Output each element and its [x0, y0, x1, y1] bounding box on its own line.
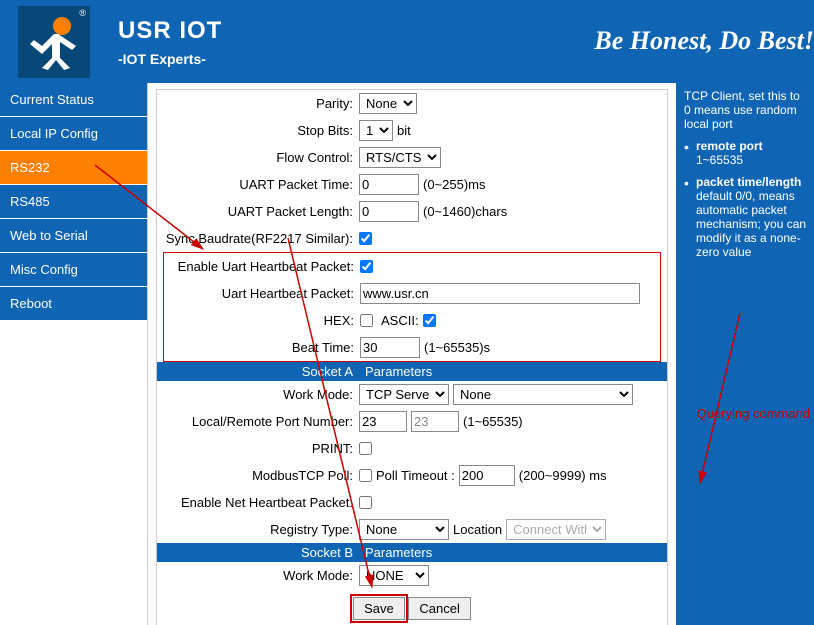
help-item-packet-time: packet time/lengthdefault 0/0, means aut…: [684, 175, 808, 259]
work-mode-a-sub-select[interactable]: None: [453, 384, 633, 405]
uart-packet-length-hint: (0~1460)chars: [423, 204, 507, 219]
uart-packet-time-label: UART Packet Time:: [157, 177, 359, 192]
enable-net-heartbeat-label: Enable Net Heartbeat Packet:: [157, 495, 359, 510]
beat-time-label: Beat Time:: [164, 340, 360, 355]
stopbits-select[interactable]: 1: [359, 120, 393, 141]
enable-uart-heartbeat-checkbox[interactable]: [360, 260, 373, 273]
location-label: Location: [453, 522, 502, 537]
help-sidebar: TCP Client, set this to 0 means use rand…: [676, 83, 814, 625]
brand-subtitle: -IOT Experts-: [118, 51, 222, 67]
sidebar-item-current-status[interactable]: Current Status: [0, 83, 147, 117]
brand-slogan: Be Honest, Do Best!: [594, 26, 814, 56]
local-port-input[interactable]: [359, 411, 407, 432]
cancel-button[interactable]: Cancel: [408, 597, 470, 620]
registry-type-select[interactable]: None: [359, 519, 449, 540]
work-mode-a-label: Work Mode:: [157, 387, 359, 402]
beat-time-input[interactable]: [360, 337, 420, 358]
enable-net-heartbeat-checkbox[interactable]: [359, 496, 372, 509]
print-label: PRINT:: [157, 441, 359, 456]
beat-time-hint: (1~65535)s: [424, 340, 490, 355]
enable-uart-heartbeat-label: Enable Uart Heartbeat Packet:: [164, 259, 360, 274]
ascii-label: ASCII:: [381, 313, 419, 328]
help-item-remote-port: remote port1~65535: [684, 139, 808, 167]
uart-heartbeat-packet-label: Uart Heartbeat Packet:: [164, 286, 360, 301]
work-mode-a-select[interactable]: TCP Server: [359, 384, 449, 405]
parity-label: Parity:: [157, 96, 359, 111]
stopbits-label: Stop Bits:: [157, 123, 359, 138]
uart-packet-time-hint: (0~255)ms: [423, 177, 486, 192]
sidebar: Current Status Local IP Config RS232 RS4…: [0, 83, 148, 625]
sidebar-item-rs232[interactable]: RS232: [0, 151, 147, 185]
work-mode-b-label: Work Mode:: [157, 568, 359, 583]
flowctrl-select[interactable]: RTS/CTS: [359, 147, 441, 168]
poll-timeout-input[interactable]: [459, 465, 515, 486]
print-checkbox[interactable]: [359, 442, 372, 455]
socket-a-header: Socket A Parameters: [157, 362, 667, 381]
port-hint: (1~65535): [463, 414, 523, 429]
modbus-tcp-poll-checkbox[interactable]: [359, 469, 372, 482]
socket-b-header: Socket B Parameters: [157, 543, 667, 562]
registry-type-label: Registry Type:: [157, 522, 359, 537]
location-select: Connect With: [506, 519, 606, 540]
sync-baudrate-checkbox[interactable]: [359, 232, 372, 245]
hex-label: HEX:: [164, 313, 360, 328]
brand-logo: ®: [18, 6, 90, 78]
ascii-checkbox[interactable]: [423, 314, 436, 327]
uart-heartbeat-packet-input[interactable]: [360, 283, 640, 304]
uart-packet-length-input[interactable]: [359, 201, 419, 222]
remote-port-input: [411, 411, 459, 432]
parity-select[interactable]: None: [359, 93, 417, 114]
work-mode-b-select[interactable]: NONE: [359, 565, 429, 586]
help-text-tcp-client: TCP Client, set this to 0 means use rand…: [684, 89, 808, 131]
heartbeat-highlight-box: Enable Uart Heartbeat Packet: Uart Heart…: [163, 252, 661, 362]
usr-figure-icon: [24, 12, 84, 72]
save-button[interactable]: Save: [353, 597, 405, 620]
uart-packet-length-label: UART Packet Length:: [157, 204, 359, 219]
poll-timeout-label: Poll Timeout :: [376, 468, 455, 483]
hex-checkbox[interactable]: [360, 314, 373, 327]
sync-baudrate-label: Sync Baudrate(RF2217 Similar):: [157, 231, 359, 246]
sidebar-item-misc-config[interactable]: Misc Config: [0, 253, 147, 287]
modbus-tcp-poll-label: ModbusTCP Poll:: [157, 468, 359, 483]
sidebar-item-reboot[interactable]: Reboot: [0, 287, 147, 321]
rs232-config-form: Parity: None Stop Bits: 1 bit Flow Contr…: [156, 89, 668, 625]
sidebar-item-local-ip[interactable]: Local IP Config: [0, 117, 147, 151]
uart-packet-time-input[interactable]: [359, 174, 419, 195]
sidebar-item-rs485[interactable]: RS485: [0, 185, 147, 219]
sidebar-item-web-to-serial[interactable]: Web to Serial: [0, 219, 147, 253]
brand-title: USR IOT: [118, 17, 222, 45]
stopbits-suffix: bit: [397, 123, 411, 138]
poll-timeout-hint: (200~9999) ms: [519, 468, 607, 483]
port-number-label: Local/Remote Port Number:: [157, 414, 359, 429]
flowctrl-label: Flow Control:: [157, 150, 359, 165]
